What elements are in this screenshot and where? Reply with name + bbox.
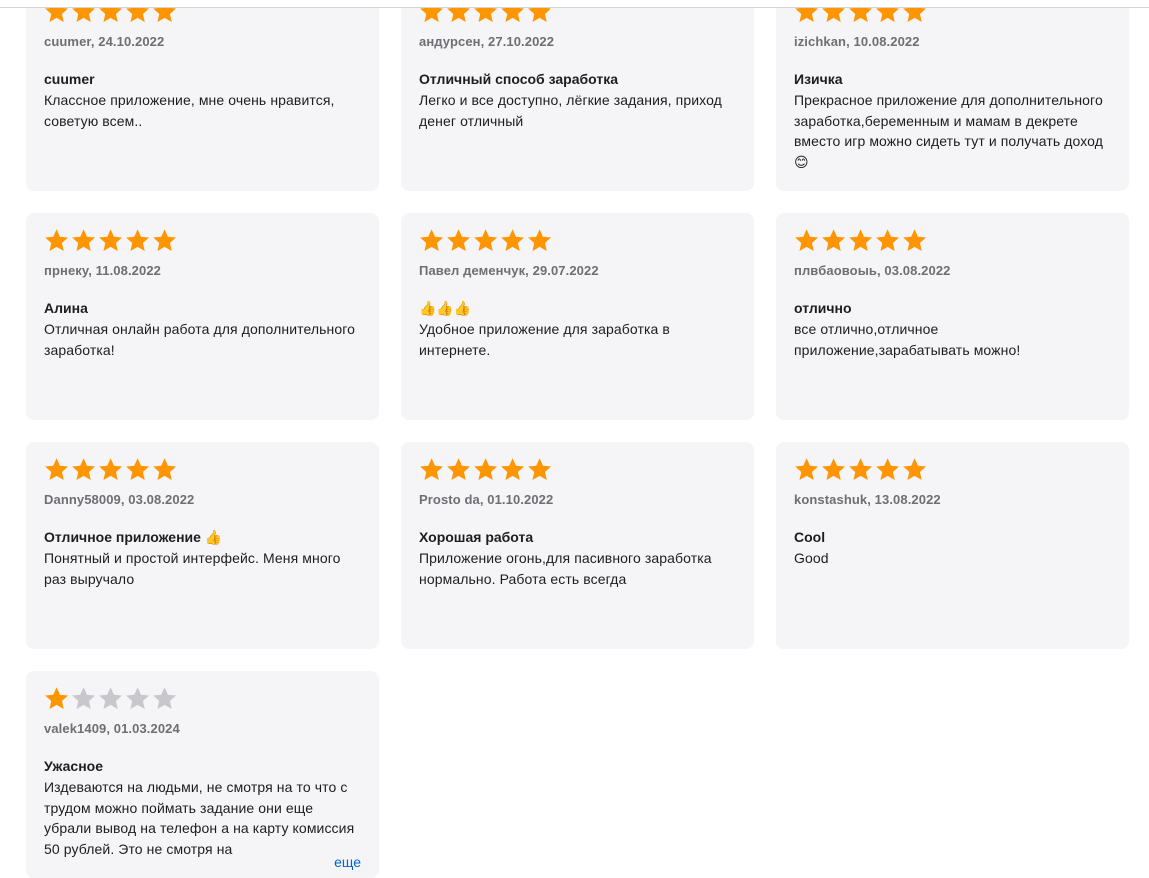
text-fade <box>304 852 333 872</box>
review-body: Отличная онлайн работа для дополнительно… <box>44 321 356 358</box>
review-card: прнеку, 11.08.2022 Алина Отличная онлайн… <box>26 213 379 420</box>
review-title: Cool <box>794 529 826 545</box>
review-body: Легко и все доступно, лёгкие задания, пр… <box>419 92 722 129</box>
review-card: izichkan, 10.08.2022 Изичка Прекрасное п… <box>776 0 1129 191</box>
star-filled-icon <box>420 458 444 480</box>
star-empty-icon <box>72 687 96 709</box>
star-filled-icon <box>72 458 96 480</box>
review-body: Прекрасное приложение для дополнительног… <box>794 92 1104 170</box>
review-card: Павел деменчук, 29.07.2022 👍👍👍 Удобное п… <box>401 213 754 420</box>
star-filled-icon <box>528 458 552 480</box>
stars-svg <box>45 229 177 251</box>
star-filled-icon <box>849 458 873 480</box>
review-body: Good <box>794 550 829 566</box>
star-rating <box>419 456 736 482</box>
review-card: андурсен, 27.10.2022 Отличный способ зар… <box>401 0 754 191</box>
review-title: cuumer <box>44 71 95 87</box>
review-author-date: прнеку, 11.08.2022 <box>44 263 162 278</box>
star-filled-icon <box>876 458 900 480</box>
star-rating <box>44 456 361 482</box>
more-container: еще <box>304 852 361 872</box>
stars-svg <box>420 229 552 251</box>
star-rating <box>794 456 1111 482</box>
review-title: Отличный способ заработка <box>419 71 618 87</box>
review-title: Ужасное <box>44 758 103 774</box>
star-filled-icon <box>447 229 471 251</box>
stars-svg <box>795 458 927 480</box>
review-body: Издеваются на людьми, не смотря на то чт… <box>44 779 355 857</box>
star-filled-icon <box>126 229 150 251</box>
star-rating <box>44 685 361 711</box>
star-filled-icon <box>99 229 123 251</box>
stars-svg <box>420 458 552 480</box>
star-filled-icon <box>876 229 900 251</box>
review-author-date: cuumer, 24.10.2022 <box>44 34 165 49</box>
star-filled-icon <box>528 229 552 251</box>
review-body: Классное приложение, мне очень нравится,… <box>44 92 335 129</box>
review-card: valek1409, 01.03.2024 Ужасное Издеваются… <box>26 671 379 878</box>
review-author-date: андурсен, 27.10.2022 <box>419 34 555 49</box>
review-body: Понятный и простой интерфейс. Меня много… <box>44 550 341 587</box>
star-filled-icon <box>45 229 69 251</box>
star-filled-icon <box>126 458 150 480</box>
star-empty-icon <box>99 687 123 709</box>
review-title: Отличное приложение 👍 <box>44 529 223 545</box>
star-filled-icon <box>153 458 177 480</box>
reviews-grid: cuumer, 24.10.2022 cuumer Классное прило… <box>26 0 1130 878</box>
stars-svg <box>795 229 927 251</box>
star-filled-icon <box>45 458 69 480</box>
star-filled-icon <box>501 458 525 480</box>
review-title: Изичка <box>794 71 843 87</box>
star-filled-icon <box>72 229 96 251</box>
review-title: 👍👍👍 <box>419 300 472 316</box>
star-filled-icon <box>849 229 873 251</box>
star-empty-icon <box>153 687 177 709</box>
star-filled-icon <box>474 458 498 480</box>
star-filled-icon <box>795 229 819 251</box>
star-rating <box>419 227 736 253</box>
review-author-date: izichkan, 10.08.2022 <box>794 34 920 49</box>
review-author-date: konstashuk, 13.08.2022 <box>794 492 941 507</box>
review-author-date: плвбаовоыь, 03.08.2022 <box>794 263 951 278</box>
review-author-date: Prosto da, 01.10.2022 <box>419 492 554 507</box>
star-filled-icon <box>153 229 177 251</box>
stars-svg <box>45 458 177 480</box>
star-filled-icon <box>447 458 471 480</box>
star-rating <box>794 227 1111 253</box>
star-filled-icon <box>822 458 846 480</box>
review-body: все отлично,отличное приложение,зарабаты… <box>794 321 1021 358</box>
top-divider <box>0 0 1149 8</box>
star-filled-icon <box>474 229 498 251</box>
star-filled-icon <box>501 229 525 251</box>
review-title: отлично <box>794 300 852 316</box>
review-title: Хорошая работа <box>419 529 534 545</box>
stars-svg <box>45 687 177 709</box>
star-filled-icon <box>45 687 69 709</box>
review-author-date: Danny58009, 03.08.2022 <box>44 492 195 507</box>
star-rating <box>44 227 361 253</box>
star-filled-icon <box>822 229 846 251</box>
review-title: Алина <box>44 300 88 316</box>
star-filled-icon <box>795 458 819 480</box>
star-empty-icon <box>126 687 150 709</box>
star-filled-icon <box>903 458 927 480</box>
more-link[interactable]: еще <box>332 852 361 872</box>
review-author-date: Павел деменчук, 29.07.2022 <box>419 263 599 278</box>
review-card: cuumer, 24.10.2022 cuumer Классное прило… <box>26 0 379 191</box>
star-filled-icon <box>903 229 927 251</box>
review-card: плвбаовоыь, 03.08.2022 отлично все отлич… <box>776 213 1129 420</box>
review-card: Danny58009, 03.08.2022 Отличное приложен… <box>26 442 379 649</box>
review-body: Приложение огонь,для пасивного заработка… <box>419 550 712 587</box>
star-filled-icon <box>99 458 123 480</box>
review-body: Удобное приложение для заработка в интер… <box>419 321 670 358</box>
review-author-date: valek1409, 01.03.2024 <box>44 721 180 736</box>
review-card: Prosto da, 01.10.2022 Хорошая работа При… <box>401 442 754 649</box>
star-filled-icon <box>420 229 444 251</box>
review-card: konstashuk, 13.08.2022 Cool Good <box>776 442 1129 649</box>
